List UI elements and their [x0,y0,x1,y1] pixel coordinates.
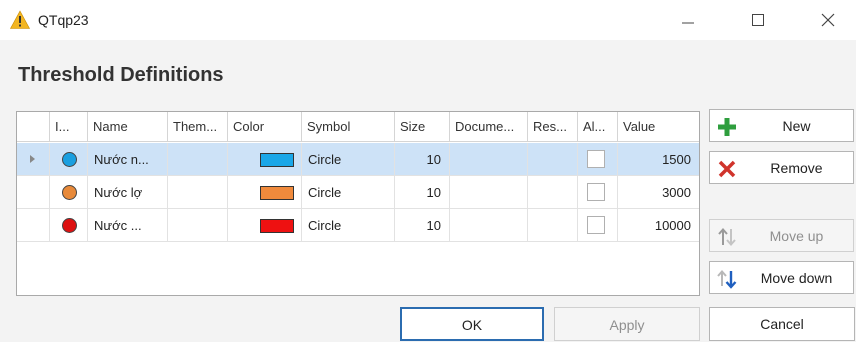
cancel-button[interactable]: Cancel [709,307,855,341]
cell-value[interactable]: 1500 [618,143,699,176]
cell-icon[interactable] [50,143,88,176]
column-header-name[interactable]: Name [88,112,168,142]
column-header-document[interactable]: Docume... [450,112,528,142]
cell-symbol[interactable]: Circle [302,176,395,209]
window-title: QTqp23 [38,12,89,28]
cell-indicator [17,143,50,176]
cell-symbol[interactable]: Circle [302,143,395,176]
column-header-icon[interactable]: I... [50,112,88,142]
column-header-al[interactable]: Al... [578,112,618,142]
close-icon [821,13,835,27]
threshold-grid[interactable]: I... Name Them... Color Symbol Size Docu… [16,111,700,296]
cell-document[interactable] [450,143,528,176]
cell-res[interactable] [528,209,578,242]
cell-color[interactable] [228,209,302,242]
move-down-icon [717,269,737,289]
al-checkbox[interactable] [587,216,605,234]
column-header-value[interactable]: Value [618,112,699,142]
cell-res[interactable] [528,176,578,209]
cancel-button-label: Cancel [760,316,804,332]
table-row[interactable]: Nước ... Circle 10 10000 [17,209,699,242]
page-title: Threshold Definitions [18,64,224,86]
move-up-button[interactable]: Move up [709,219,854,252]
cell-res[interactable] [528,143,578,176]
cell-size[interactable]: 10 [395,176,450,209]
cell-symbol[interactable]: Circle [302,209,395,242]
cell-al[interactable] [578,176,618,209]
color-swatch [260,219,294,233]
delete-x-icon [718,160,736,178]
cell-value[interactable]: 10000 [618,209,699,242]
column-header-symbol[interactable]: Symbol [302,112,395,142]
cell-document[interactable] [450,209,528,242]
header-indicator [17,112,50,142]
remove-button-label: Remove [770,160,823,176]
apply-button[interactable]: Apply [554,307,700,341]
title-bar: QTqp23 [0,0,856,40]
cell-color[interactable] [228,143,302,176]
cell-value[interactable]: 3000 [618,176,699,209]
maximize-button[interactable] [738,6,778,34]
cell-icon[interactable] [50,209,88,242]
new-button-label: New [782,118,811,134]
symbol-circle-icon [62,218,77,233]
cell-name[interactable]: Nước ... [88,209,168,242]
move-down-button[interactable]: Move down [709,261,854,294]
cell-indicator [17,176,50,209]
symbol-circle-icon [62,185,77,200]
new-button[interactable]: New [709,109,854,142]
move-up-icon [718,227,736,247]
column-header-theme[interactable]: Them... [168,112,228,142]
close-button[interactable] [808,6,848,34]
maximize-icon [752,14,764,26]
table-row[interactable]: Nước n... Circle 10 1500 [17,143,699,176]
symbol-circle-icon [62,152,77,167]
al-checkbox[interactable] [587,183,605,201]
cell-color[interactable] [228,176,302,209]
cell-size[interactable]: 10 [395,209,450,242]
cell-icon[interactable] [50,176,88,209]
table-row[interactable]: Nước lợ Circle 10 3000 [17,176,699,209]
cell-theme[interactable] [168,176,228,209]
cell-name[interactable]: Nước n... [88,143,168,176]
cell-theme[interactable] [168,143,228,176]
cell-size[interactable]: 10 [395,143,450,176]
grid-header: I... Name Them... Color Symbol Size Docu… [17,112,699,142]
plus-icon [718,118,736,136]
color-swatch [260,186,294,200]
remove-button[interactable]: Remove [709,151,854,184]
move-down-button-label: Move down [760,270,833,286]
cell-al[interactable] [578,209,618,242]
warning-icon [10,10,30,29]
al-checkbox[interactable] [587,150,605,168]
cell-al[interactable] [578,143,618,176]
cell-indicator [17,209,50,242]
cell-theme[interactable] [168,209,228,242]
move-up-button-label: Move up [769,228,824,244]
cell-name[interactable]: Nước lợ [88,176,168,209]
cell-document[interactable] [450,176,528,209]
column-header-size[interactable]: Size [395,112,450,142]
minimize-button[interactable] [668,6,708,34]
minimize-icon [682,22,694,24]
column-header-color[interactable]: Color [228,112,302,142]
row-indicator-arrow-icon [30,155,35,163]
column-header-res[interactable]: Res... [528,112,578,142]
color-swatch [260,153,294,167]
ok-button[interactable]: OK [400,307,544,341]
